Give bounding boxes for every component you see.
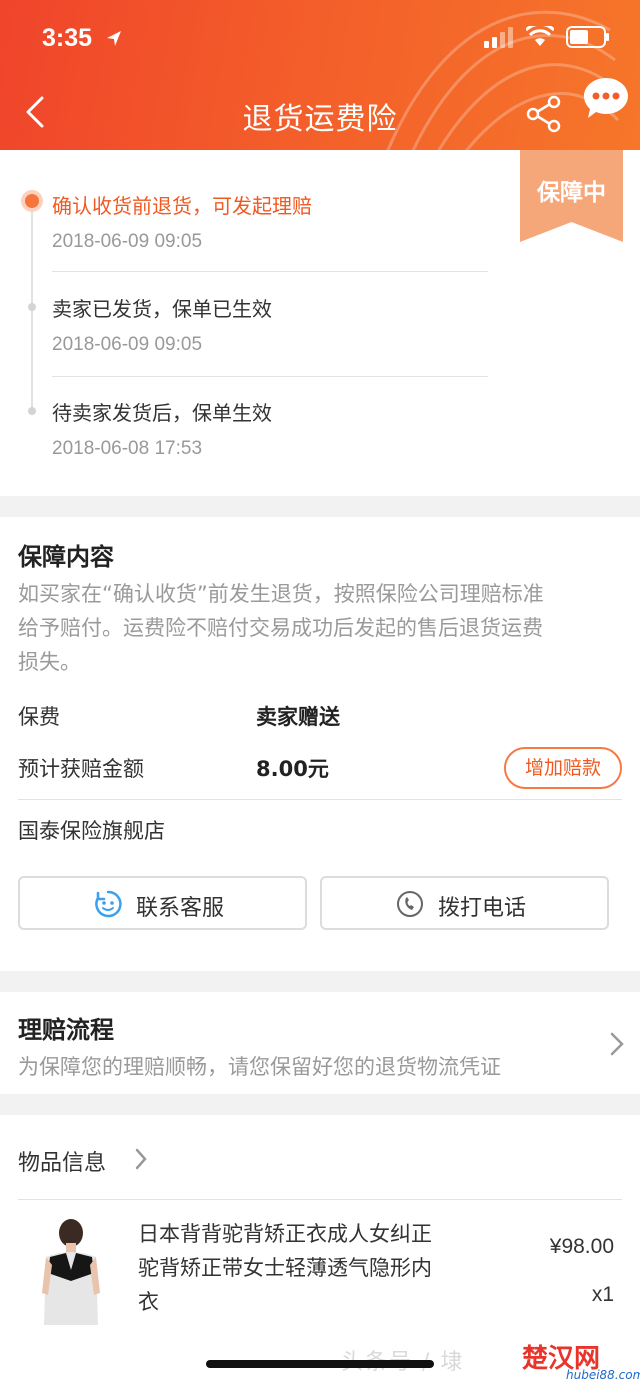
phone-icon — [397, 891, 423, 917]
product-title[interactable]: 日本背背驼背矫正衣成人女纠正 驼背矫正带女士轻薄透气隐形内 衣 — [138, 1217, 488, 1319]
premium-value: 卖家赠送 — [256, 705, 340, 729]
timeline-item: 待卖家发货后，保单生效 2018-06-08 17:53 — [52, 397, 488, 460]
chevron-right-icon — [610, 1032, 624, 1056]
payout-label: 预计获赔金额 — [18, 757, 144, 781]
coverage-title: 保障内容 — [18, 543, 114, 571]
share-icon[interactable] — [524, 94, 564, 134]
customer-service-icon — [95, 890, 122, 918]
claim-process-title: 理赔流程 — [18, 1016, 114, 1044]
status-badge: 保障中 — [537, 180, 606, 206]
divider — [52, 376, 488, 377]
nav-bar: 退货运费险 — [0, 78, 640, 144]
timeline-dot-active — [21, 190, 43, 212]
divider — [18, 799, 622, 800]
timeline-item-time: 2018-06-09 09:05 — [52, 231, 203, 252]
coverage-description: 如买家在“确认收货”前发生退货，按照保险公司理赔标准 给予赔付。运费险不赔付交易… — [18, 577, 622, 679]
claim-process-subtitle: 为保障您的理赔顺畅，请您保留好您的退货物流凭证 — [18, 1055, 501, 1079]
timeline-item-title: 卖家已发货，保单已生效 — [52, 297, 272, 321]
timeline-item-title: 待卖家发货后，保单生效 — [52, 401, 272, 425]
description-line: 给予赔付。运费险不赔付交易成功后发起的售后退货运费 — [18, 616, 543, 640]
product-image[interactable] — [36, 1215, 106, 1325]
contact-service-button[interactable]: 联系客服 — [18, 876, 307, 930]
divider — [52, 271, 488, 272]
timeline-card: 保障中 确认收货前退货，可发起理赔 2018-06-09 09:05 卖家已发货… — [0, 150, 640, 496]
divider — [18, 1199, 622, 1200]
signal-icon — [484, 27, 513, 48]
product-title-line: 衣 — [138, 1290, 159, 1314]
timeline-dot — [28, 407, 36, 415]
location-arrow-icon — [107, 31, 121, 46]
chevron-right-icon — [135, 1148, 147, 1170]
premium-label: 保费 — [18, 705, 60, 729]
timeline-dot — [28, 303, 36, 311]
claim-process-row[interactable]: 理赔流程 为保障您的理赔顺畅，请您保留好您的退货物流凭证 — [0, 992, 640, 1094]
description-line: 如买家在“确认收货”前发生退货，按照保险公司理赔标准 — [18, 582, 544, 606]
product-price: ¥98.00 — [549, 1235, 614, 1258]
battery-icon — [566, 26, 609, 48]
add-claim-button[interactable]: 增加赔款 — [504, 747, 622, 789]
payout-value: 8.00元 — [256, 757, 329, 781]
timeline-item-time: 2018-06-09 09:05 — [52, 334, 203, 355]
insurer-name: 国泰保险旗舰店 — [18, 819, 165, 843]
status-bar: 3:35 — [0, 0, 640, 80]
timeline-item: 卖家已发货，保单已生效 2018-06-09 09:05 — [52, 293, 488, 356]
chat-icon[interactable] — [582, 76, 630, 122]
home-indicator[interactable] — [206, 1360, 434, 1368]
app-header: 3:35 退货运费险 — [0, 0, 640, 150]
status-time: 3:35 — [42, 24, 93, 52]
product-title-line: 日本背背驼背矫正衣成人女纠正 — [138, 1222, 432, 1246]
coverage-card: 保障内容 如买家在“确认收货”前发生退货，按照保险公司理赔标准 给予赔付。运费险… — [0, 517, 640, 971]
timeline-item: 确认收货前退货，可发起理赔 2018-06-09 09:05 — [52, 190, 488, 253]
wifi-icon — [526, 26, 554, 46]
contact-service-label: 联系客服 — [136, 896, 225, 921]
timeline-item-title: 确认收货前退货，可发起理赔 — [52, 194, 312, 218]
call-phone-label: 拨打电话 — [438, 896, 527, 921]
call-phone-button[interactable]: 拨打电话 — [320, 876, 609, 930]
goods-info-link[interactable]: 物品信息 — [18, 1145, 147, 1177]
product-title-line: 驼背矫正带女士轻薄透气隐形内 — [138, 1256, 432, 1280]
product-quantity: x1 — [591, 1283, 614, 1306]
description-line: 损失。 — [18, 650, 81, 674]
goods-info-label: 物品信息 — [18, 1151, 107, 1176]
watermark-url: hubei88.com — [566, 1368, 640, 1382]
timeline-item-time: 2018-06-08 17:53 — [52, 438, 203, 459]
